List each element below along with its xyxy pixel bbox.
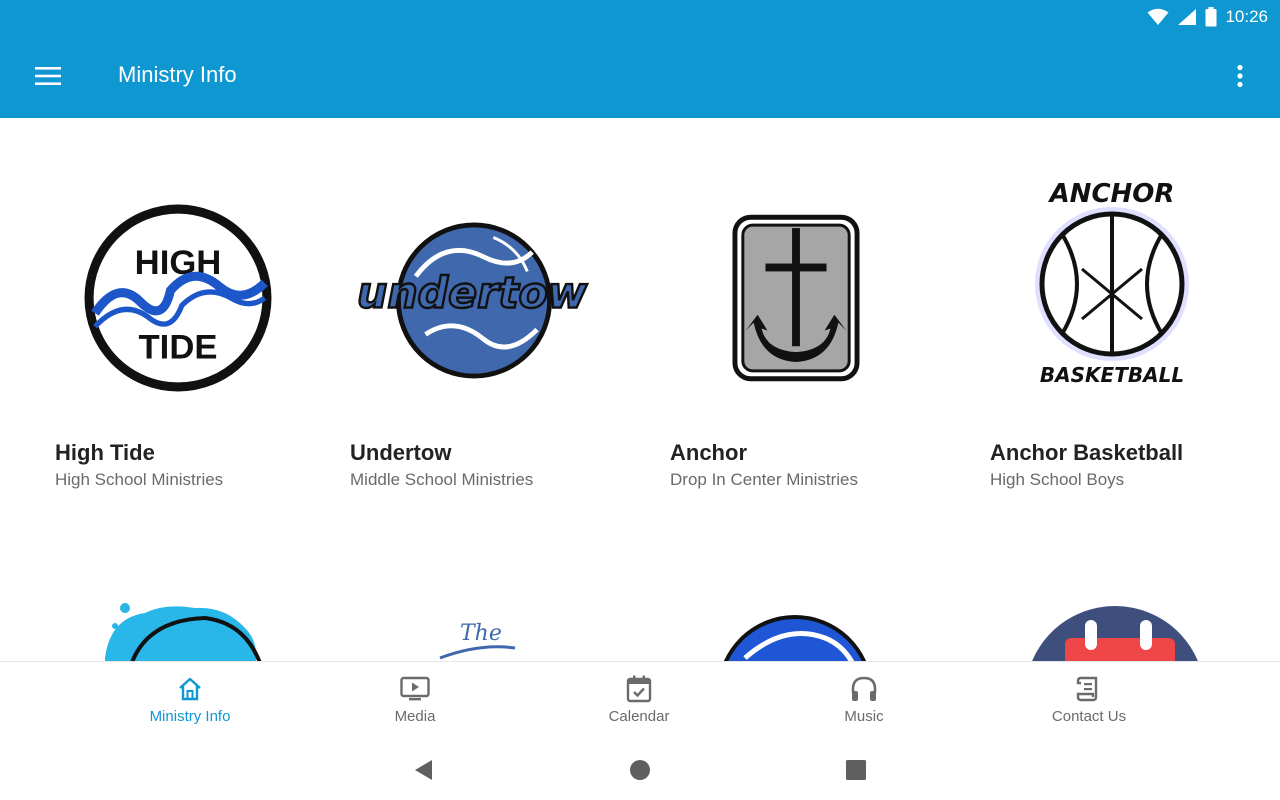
nav-music[interactable]: Music bbox=[794, 662, 934, 742]
anchor-basketball-logo-bottom-text: BASKETBALL bbox=[1040, 363, 1184, 387]
ministry-card-high-tide[interactable]: HIGH TIDE High Tide High School Ministri… bbox=[55, 118, 355, 498]
nav-contact-us[interactable]: Contact Us bbox=[1019, 662, 1159, 742]
nav-label: Contact Us bbox=[1051, 708, 1127, 725]
nav-label: Calendar bbox=[608, 708, 670, 725]
headphones-icon bbox=[849, 674, 879, 704]
partial-logo-blue-circle bbox=[723, 615, 867, 661]
ministry-card-partial-2[interactable]: The bbox=[420, 598, 720, 661]
ministry-card-undertow[interactable]: undertow Undertow Middle School Ministri… bbox=[350, 118, 650, 498]
video-player-icon bbox=[400, 674, 430, 704]
hamburger-menu-icon bbox=[35, 67, 61, 85]
ministry-name: Anchor bbox=[670, 440, 747, 465]
status-bar: 10:26 bbox=[0, 0, 1280, 34]
nav-media[interactable]: Media bbox=[345, 662, 485, 742]
ministry-card-partial-1[interactable] bbox=[85, 598, 385, 661]
system-navigation-bar bbox=[0, 741, 1280, 800]
ministry-card-anchor-basketball[interactable]: ANCHOR BASKETBALL Anchor Basketball High… bbox=[990, 118, 1280, 498]
nav-label: Ministry Info bbox=[149, 708, 231, 725]
ministry-name: High Tide bbox=[55, 440, 155, 465]
status-time: 10:26 bbox=[1225, 7, 1268, 26]
signal-icon bbox=[1178, 9, 1197, 25]
anchor-basketball-logo: ANCHOR BASKETBALL bbox=[1035, 179, 1189, 387]
app-bar: Ministry Info bbox=[0, 34, 1280, 118]
app-screen: 10:26 Ministry Info HIGH TIDE High Tide … bbox=[0, 0, 1280, 800]
wifi-icon bbox=[1147, 8, 1169, 25]
ministry-subtitle: Drop In Center Ministries bbox=[670, 470, 859, 489]
page-title: Ministry Info bbox=[118, 62, 237, 87]
bottom-navigation: Ministry Info Media Calendar Music Conta… bbox=[0, 661, 1280, 741]
ministry-card-anchor[interactable]: Anchor Drop In Center Ministries bbox=[670, 118, 970, 498]
ministry-subtitle: High School Ministries bbox=[55, 470, 224, 489]
status-icons: 10:26 bbox=[1147, 6, 1268, 28]
ministry-card-partial-3[interactable] bbox=[715, 598, 1015, 661]
partial-logo-script: The bbox=[439, 621, 516, 660]
more-vert-icon bbox=[1237, 64, 1243, 88]
high-tide-logo: HIGH TIDE bbox=[84, 204, 272, 392]
anchor-logo bbox=[732, 214, 860, 382]
ministry-name: Undertow bbox=[350, 440, 452, 465]
partial-logo-paint-splash bbox=[105, 603, 262, 661]
home-button[interactable] bbox=[625, 755, 655, 785]
ministry-card-partial-4[interactable] bbox=[1020, 598, 1280, 661]
battery-icon bbox=[1205, 7, 1217, 27]
nav-calendar[interactable]: Calendar bbox=[569, 662, 709, 742]
anchor-basketball-logo-top-text: ANCHOR bbox=[1048, 179, 1175, 209]
ministry-grid: HIGH TIDE High Tide High School Ministri… bbox=[0, 118, 1280, 661]
ministry-subtitle: High School Boys bbox=[990, 470, 1125, 489]
overflow-menu-button[interactable] bbox=[1224, 58, 1256, 94]
contact-scroll-icon bbox=[1074, 674, 1104, 704]
nav-ministry-info[interactable]: Ministry Info bbox=[120, 662, 260, 742]
nav-label: Media bbox=[394, 708, 436, 725]
back-icon bbox=[415, 760, 432, 780]
menu-button[interactable] bbox=[28, 58, 68, 94]
ministry-name: Anchor Basketball bbox=[990, 440, 1184, 465]
home-icon bbox=[175, 674, 205, 704]
ministry-subtitle: Middle School Ministries bbox=[350, 470, 534, 489]
partial-logo-script-text: The bbox=[460, 621, 502, 646]
recents-icon bbox=[846, 760, 866, 780]
high-tide-logo-bottom-text: TIDE bbox=[139, 328, 218, 366]
back-button[interactable] bbox=[408, 755, 438, 785]
nav-label: Music bbox=[844, 708, 884, 725]
undertow-logo: undertow bbox=[356, 222, 589, 379]
recents-button[interactable] bbox=[841, 755, 871, 785]
undertow-logo-text: undertow bbox=[357, 268, 588, 318]
partial-logo-calendar-circle bbox=[1032, 606, 1198, 661]
home-circle-icon bbox=[630, 760, 650, 780]
calendar-check-icon bbox=[624, 674, 654, 704]
